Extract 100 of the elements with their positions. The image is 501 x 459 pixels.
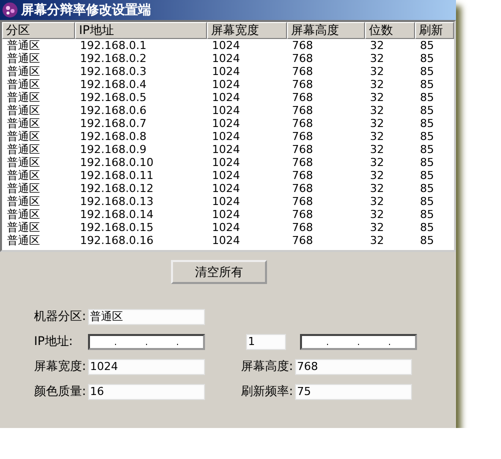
input-field[interactable]: 1 (246, 334, 286, 350)
table-cell-text: 1024 (211, 143, 241, 156)
table-cell-text: 192.168.0.16 (79, 234, 154, 247)
table-cell-text: 1024 (211, 52, 241, 65)
field-label: 颜色质量: (34, 383, 88, 400)
input-field[interactable]: 普通区 (88, 308, 205, 324)
ip-address-field[interactable]: . . . (300, 334, 417, 350)
field-label: 屏幕宽度: (34, 358, 88, 375)
table-cell-text: 1024 (211, 234, 241, 247)
table-cell-text: 85 (419, 104, 435, 117)
table-cell-text: 768 (291, 78, 314, 91)
table-cell-text: 1024 (211, 91, 241, 104)
table-cell-text: 普通区 (6, 221, 41, 234)
table-cell-text: 768 (291, 195, 314, 208)
table-cell-text: 1024 (211, 195, 241, 208)
field-label: 屏幕高度: (241, 358, 294, 375)
table-cell-text: 192.168.0.10 (79, 156, 154, 169)
table-cell-text: 32 (369, 234, 385, 247)
table-cell-text: 普通区 (6, 104, 41, 117)
table-cell-text: 192.168.0.4 (79, 78, 148, 91)
column-header[interactable]: 屏幕高度 (287, 22, 365, 39)
table-cell-text: 768 (291, 156, 314, 169)
table-cell-text: 1024 (211, 39, 241, 52)
table-cell-text: 192.168.0.9 (79, 143, 148, 156)
table-cell-text: 192.168.0.13 (79, 195, 154, 208)
ip-dot: . (114, 338, 117, 348)
table-cell-text: 768 (291, 208, 314, 221)
column-header[interactable]: 分区 (2, 22, 75, 39)
clear-all-button[interactable]: 清空所有 (171, 260, 267, 284)
table-cell-text: 1024 (211, 78, 241, 91)
ip-address-field[interactable]: . . . (88, 334, 205, 350)
table-cell-text: 普通区 (6, 208, 41, 221)
table-cell-text: 1024 (211, 130, 241, 143)
column-header[interactable]: 刷新 (415, 22, 454, 39)
table-cell-text: 192.168.0.14 (79, 208, 154, 221)
table-cell-text: 85 (419, 143, 435, 156)
table-cell-text: 1024 (211, 221, 241, 234)
table-cell-text: 普通区 (6, 234, 41, 247)
table-cell-text: 1024 (211, 104, 241, 117)
table-cell-text: 32 (369, 182, 385, 195)
table-cell-text: 192.168.0.15 (79, 221, 154, 234)
table-cell-text: 普通区 (6, 169, 41, 182)
input-field[interactable]: 768 (295, 358, 412, 374)
table-cell-text: 85 (419, 130, 435, 143)
table-cell-text: 768 (291, 169, 314, 182)
table-cell-text: 32 (369, 195, 385, 208)
table-cell-text: 32 (369, 117, 385, 130)
table-cell-text: 85 (419, 39, 435, 52)
table-cell-text: 普通区 (6, 182, 41, 195)
table-cell-text: 192.168.0.8 (79, 130, 148, 143)
table-cell-text: 32 (369, 169, 385, 182)
column-header[interactable]: 位数 (365, 22, 415, 39)
table-cell-text: 768 (291, 221, 314, 234)
table-cell-text: 32 (369, 208, 385, 221)
table-cell-text: 普通区 (6, 52, 41, 65)
table-cell-text: 768 (291, 91, 314, 104)
window-title: 屏幕分辩率修改设置端 (21, 2, 151, 19)
table-cell-text: 1024 (211, 156, 241, 169)
table-cell-text: 768 (291, 52, 314, 65)
ip-dot: . (357, 338, 360, 348)
table-cell-text: 192.168.0.7 (79, 117, 148, 130)
table-cell-text: 768 (291, 117, 314, 130)
input-field[interactable]: 1024 (88, 358, 205, 374)
table-cell-text: 普通区 (6, 91, 41, 104)
table-cell-text: 85 (419, 234, 435, 247)
table-cell-text: 1024 (211, 169, 241, 182)
table-cell-text: 85 (419, 52, 435, 65)
table-cell-text: 192.168.0.1 (79, 39, 148, 52)
column-header[interactable]: IP地址 (75, 22, 207, 39)
app-icon (2, 2, 18, 18)
table-cell-text: 普通区 (6, 78, 41, 91)
table-cell-text: 32 (369, 78, 385, 91)
table-cell-text: 85 (419, 169, 435, 182)
table-cell-text: 普通区 (6, 117, 41, 130)
input-field[interactable]: 16 (88, 384, 205, 400)
table-cell-text: 32 (369, 65, 385, 78)
table-cell-text: 85 (419, 65, 435, 78)
table-cell-text: 32 (369, 156, 385, 169)
table-cell-text: 192.168.0.11 (79, 169, 154, 182)
table-cell-text: 1024 (211, 182, 241, 195)
table-cell-text: 768 (291, 39, 314, 52)
table-cell-text: 32 (369, 52, 385, 65)
table-cell-text: 32 (369, 143, 385, 156)
input-field[interactable]: 75 (295, 384, 412, 400)
table-cell-text: 普通区 (6, 195, 41, 208)
table-cell-text: 192.168.0.12 (79, 182, 154, 195)
table-cell-text: 1024 (211, 117, 241, 130)
ip-dot: . (176, 338, 179, 348)
column-header[interactable]: 屏幕宽度 (207, 22, 287, 39)
table-cell-text: 普通区 (6, 130, 41, 143)
table-cell-text: 普通区 (6, 65, 41, 78)
table-cell-text: 192.168.0.3 (79, 65, 148, 78)
table-cell-text: 普通区 (6, 156, 41, 169)
table-cell-text: 普通区 (6, 143, 41, 156)
ip-dot: . (388, 338, 391, 348)
table-cell-text: 85 (419, 195, 435, 208)
table-cell-text: 85 (419, 208, 435, 221)
table-cell-text: 1024 (211, 65, 241, 78)
table-cell-text: 192.168.0.2 (79, 52, 148, 65)
table-cell-text: 32 (369, 39, 385, 52)
